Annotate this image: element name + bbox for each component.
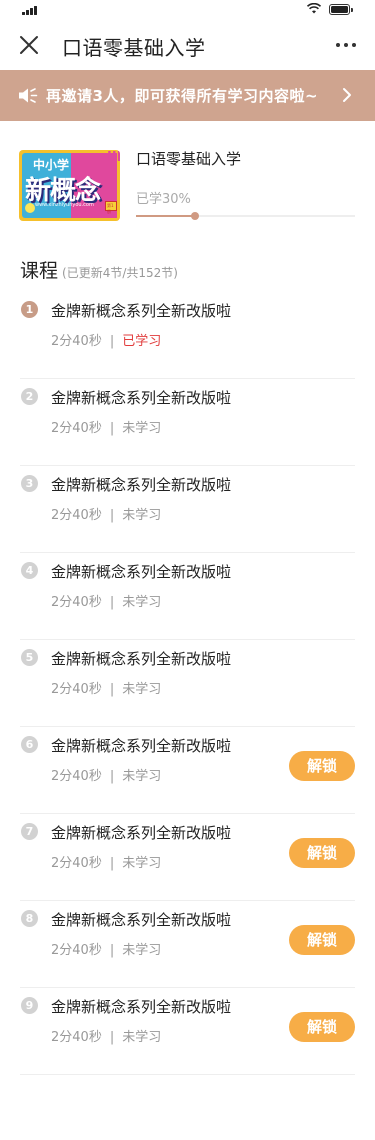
lesson-status: 未学习	[122, 682, 162, 697]
lesson-number-badge: 4	[21, 562, 38, 579]
lesson-status: 未学习	[122, 769, 162, 784]
lesson-status: 未学习	[122, 1030, 162, 1045]
unlock-button[interactable]: 解锁	[289, 925, 355, 955]
lesson-title: 金牌新概念系列全新改版啦	[51, 563, 232, 581]
lesson-number-badge: 1	[21, 301, 38, 318]
status-bar	[0, 0, 375, 20]
lesson-number-badge: 8	[21, 910, 38, 927]
lesson-meta: 2分40秒 | 未学习	[51, 939, 161, 958]
lesson-row[interactable]: 7 金牌新概念系列全新改版啦 2分40秒 | 未学习 解锁	[20, 814, 355, 901]
progress-knob	[191, 212, 199, 220]
lesson-status: 已学习	[122, 334, 162, 349]
cover-badge: 第1册	[105, 201, 117, 214]
meta-separator: |	[109, 769, 115, 784]
lesson-number-badge: 3	[21, 475, 38, 492]
lesson-title: 金牌新概念系列全新改版啦	[51, 302, 232, 320]
progress-fill	[136, 215, 195, 217]
lesson-number-badge: 9	[21, 997, 38, 1014]
lesson-status: 未学习	[122, 421, 162, 436]
lesson-row[interactable]: 2 金牌新概念系列全新改版啦 2分40秒 | 未学习	[20, 379, 355, 466]
lesson-duration: 2分40秒	[51, 508, 102, 523]
lesson-meta: 2分40秒 | 未学习	[51, 504, 161, 523]
lesson-status: 未学习	[122, 595, 162, 610]
close-icon[interactable]	[18, 34, 40, 56]
signal-icon	[22, 6, 40, 15]
lesson-number-badge: 6	[21, 736, 38, 753]
lesson-duration: 2分40秒	[51, 334, 102, 349]
chevron-right-icon	[343, 88, 351, 102]
meta-separator: |	[109, 595, 115, 610]
lesson-meta: 2分40秒 | 未学习	[51, 1026, 161, 1045]
meta-separator: |	[109, 508, 115, 523]
lesson-number-badge: 2	[21, 388, 38, 405]
course-header: 中小学 III 新概念 www.xinzhiyunyou.com 第1册 口语零…	[0, 140, 375, 230]
lesson-row[interactable]: 3 金牌新概念系列全新改版啦 2分40秒 | 未学习	[20, 466, 355, 553]
lesson-duration: 2分40秒	[51, 856, 102, 871]
meta-separator: |	[109, 856, 115, 871]
lesson-meta: 2分40秒 | 未学习	[51, 678, 161, 697]
lesson-title: 金牌新概念系列全新改版啦	[51, 824, 232, 842]
lesson-status: 未学习	[122, 943, 162, 958]
lesson-duration: 2分40秒	[51, 682, 102, 697]
meta-separator: |	[109, 421, 115, 436]
speaker-icon	[19, 88, 38, 103]
lesson-meta: 2分40秒 | 未学习	[51, 591, 161, 610]
progress-label: 已学30%	[136, 192, 191, 207]
lesson-meta: 2分40秒 | 未学习	[51, 852, 161, 871]
meta-separator: |	[109, 682, 115, 697]
lesson-meta: 2分40秒 | 未学习	[51, 765, 161, 784]
progress-bar	[136, 212, 355, 220]
cover-url: www.xinzhiyunyou.com	[35, 202, 94, 208]
cover-lab: III	[107, 150, 120, 165]
invite-banner[interactable]: 再邀请3人，即可获得所有学习内容啦~	[0, 70, 375, 121]
unlock-button[interactable]: 解锁	[289, 1012, 355, 1042]
unlock-button[interactable]: 解锁	[289, 838, 355, 868]
lesson-duration: 2分40秒	[51, 421, 102, 436]
lesson-row[interactable]: 6 金牌新概念系列全新改版啦 2分40秒 | 未学习 解锁	[20, 727, 355, 814]
battery-icon	[329, 4, 353, 15]
lesson-meta: 2分40秒 | 未学习	[51, 417, 161, 436]
lesson-title: 金牌新概念系列全新改版啦	[51, 650, 232, 668]
lesson-duration: 2分40秒	[51, 943, 102, 958]
course-section-heading: 课程 (已更新4节/共152节)	[20, 256, 360, 286]
meta-separator: |	[109, 334, 115, 349]
lesson-status: 未学习	[122, 856, 162, 871]
lesson-status: 未学习	[122, 508, 162, 523]
lesson-row[interactable]: 1 金牌新概念系列全新改版啦 2分40秒 | 已学习	[20, 292, 355, 379]
lesson-duration: 2分40秒	[51, 1030, 102, 1045]
lesson-title: 金牌新概念系列全新改版啦	[51, 998, 232, 1016]
lesson-title: 金牌新概念系列全新改版啦	[51, 476, 232, 494]
lesson-meta: 2分40秒 | 已学习	[51, 330, 161, 349]
course-cover-image: 中小学 III 新概念 www.xinzhiyunyou.com 第1册	[19, 150, 120, 221]
lesson-title: 金牌新概念系列全新改版啦	[51, 389, 232, 407]
lesson-row[interactable]: 9 金牌新概念系列全新改版啦 2分40秒 | 未学习 解锁	[20, 988, 355, 1075]
more-dots-icon[interactable]	[335, 36, 357, 54]
invite-text: 再邀请3人，即可获得所有学习内容啦~	[46, 87, 319, 105]
wifi-icon	[307, 3, 321, 14]
nav-bar: 口语零基础入学	[0, 20, 375, 70]
lesson-row[interactable]: 4 金牌新概念系列全新改版啦 2分40秒 | 未学习	[20, 553, 355, 640]
lesson-title: 金牌新概念系列全新改版啦	[51, 737, 232, 755]
section-subtitle: (已更新4节/共152节)	[62, 266, 178, 280]
course-title: 口语零基础入学	[136, 150, 242, 168]
lesson-duration: 2分40秒	[51, 769, 102, 784]
lesson-row[interactable]: 5 金牌新概念系列全新改版啦 2分40秒 | 未学习	[20, 640, 355, 727]
lesson-row[interactable]: 8 金牌新概念系列全新改版啦 2分40秒 | 未学习 解锁	[20, 901, 355, 988]
lesson-list: 1 金牌新概念系列全新改版啦 2分40秒 | 已学习 2 金牌新概念系列全新改版啦 2分40秒…	[20, 292, 355, 1075]
unlock-button[interactable]: 解锁	[289, 751, 355, 781]
meta-separator: |	[109, 943, 115, 958]
lesson-number-badge: 7	[21, 823, 38, 840]
section-title: 课程	[20, 260, 59, 282]
lesson-number-badge: 5	[21, 649, 38, 666]
lesson-duration: 2分40秒	[51, 595, 102, 610]
lesson-title: 金牌新概念系列全新改版啦	[51, 911, 232, 929]
meta-separator: |	[109, 1030, 115, 1045]
page-title: 口语零基础入学	[62, 36, 206, 60]
